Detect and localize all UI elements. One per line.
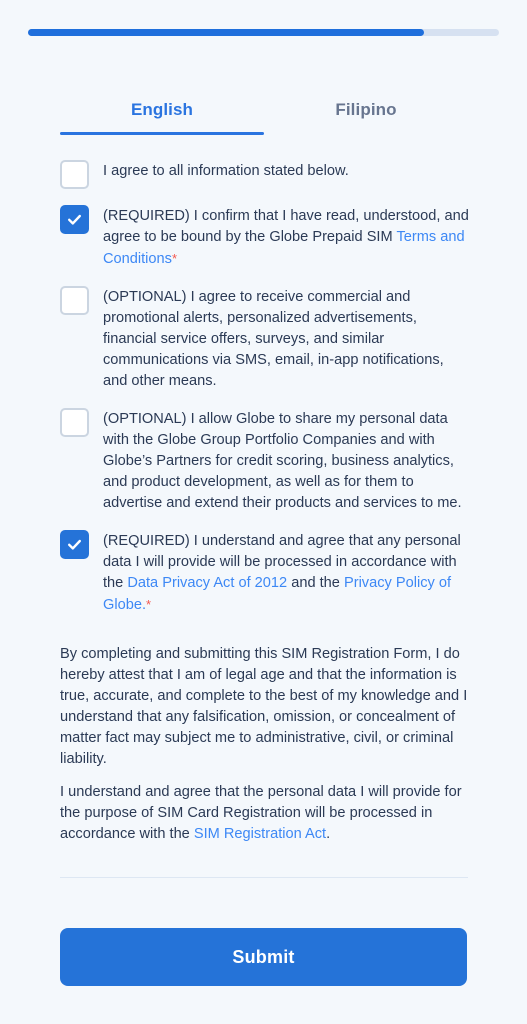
- sim-registration-consent-screen: English Filipino I agree to all informat…: [0, 0, 527, 1024]
- consent-label-agree-all: I agree to all information stated below.: [103, 158, 349, 182]
- registration-progress-bar: [28, 29, 499, 36]
- consent-label-terms-conditions: (REQUIRED) I confirm that I have read, u…: [103, 203, 470, 270]
- checkbox-marketing[interactable]: [60, 286, 89, 315]
- checkbox-terms-conditions[interactable]: [60, 205, 89, 234]
- sim-registration-act-paragraph: I understand and agree that the personal…: [60, 782, 470, 845]
- checkbox-data-privacy[interactable]: [60, 530, 89, 559]
- consent-text: (OPTIONAL) I allow Globe to share my per…: [103, 411, 462, 511]
- language-tabs: English Filipino: [60, 100, 468, 135]
- consent-label-marketing: (OPTIONAL) I agree to receive commercial…: [103, 284, 470, 392]
- tab-english[interactable]: English: [60, 100, 264, 135]
- check-icon: [68, 214, 81, 225]
- tab-filipino[interactable]: Filipino: [264, 100, 468, 135]
- attestation-text: By completing and submitting this SIM Re…: [60, 646, 468, 767]
- consent-row-data-privacy[interactable]: (REQUIRED) I understand and agree that a…: [60, 528, 470, 616]
- consent-text: I agree to all information stated below.: [103, 163, 349, 179]
- consent-row-terms-conditions[interactable]: (REQUIRED) I confirm that I have read, u…: [60, 203, 470, 270]
- sim-act-text-end: .: [326, 826, 331, 842]
- checkbox-data-sharing[interactable]: [60, 408, 89, 437]
- required-asterisk: *: [146, 597, 152, 612]
- required-asterisk: *: [171, 251, 178, 266]
- progress-fill: [28, 29, 424, 36]
- checkbox-agree-all[interactable]: [60, 160, 89, 189]
- link-data-privacy-act[interactable]: Data Privacy Act of 2012: [127, 575, 287, 591]
- consent-checkbox-list: I agree to all information stated below.…: [60, 158, 470, 616]
- consent-row-marketing[interactable]: (OPTIONAL) I agree to receive commercial…: [60, 284, 470, 392]
- consent-row-data-sharing[interactable]: (OPTIONAL) I allow Globe to share my per…: [60, 406, 470, 514]
- submit-button[interactable]: Submit: [60, 928, 467, 986]
- consent-row-agree-all[interactable]: I agree to all information stated below.: [60, 158, 470, 189]
- consent-label-data-privacy: (REQUIRED) I understand and agree that a…: [103, 528, 470, 616]
- link-sim-registration-act[interactable]: SIM Registration Act: [194, 826, 326, 842]
- attestation-paragraph: By completing and submitting this SIM Re…: [60, 644, 470, 770]
- consent-text-mid: and the: [287, 575, 344, 591]
- check-icon: [68, 539, 81, 550]
- consent-text: (OPTIONAL) I agree to receive commercial…: [103, 289, 444, 389]
- section-divider: [60, 877, 468, 878]
- consent-label-data-sharing: (OPTIONAL) I allow Globe to share my per…: [103, 406, 470, 514]
